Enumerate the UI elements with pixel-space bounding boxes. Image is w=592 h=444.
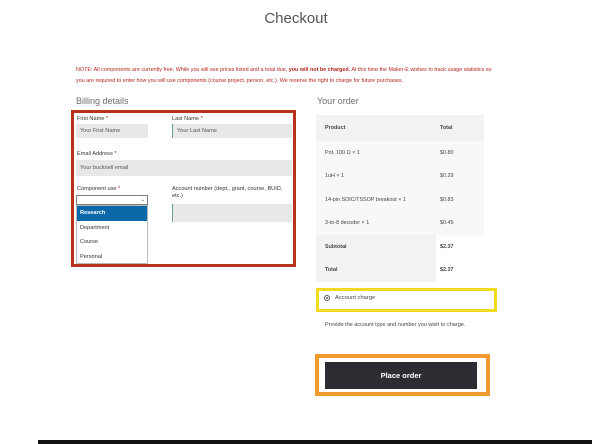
total-value: $2.37 (436, 258, 484, 282)
footer-bar (38, 440, 592, 444)
last-name-label: Last Name * (172, 116, 203, 122)
subtotal-value: $2.37 (436, 235, 484, 259)
email-input[interactable]: Your bucknell email (76, 160, 292, 176)
table-row: 3-to-8 decoder × 1 $0.45 (316, 211, 484, 235)
your-order-title: Your order (317, 96, 359, 106)
place-order-button[interactable]: Place order (325, 362, 477, 389)
option-department[interactable]: Department (77, 221, 147, 236)
table-row: 1uH × 1 $0.29 (316, 164, 484, 188)
product-name: 1uH × 1 (316, 164, 436, 188)
account-number-label: Account number (dept., grant, course, BU… (172, 186, 283, 199)
component-use-dropdown[interactable]: Research Department Course Personal (76, 205, 148, 264)
product-total: $0.80 (436, 141, 484, 165)
total-label: Total (316, 258, 436, 282)
col-product: Product (325, 125, 346, 131)
subtotal-label: Subtotal (316, 235, 436, 259)
option-research[interactable]: Research (77, 206, 147, 221)
email-label: Email Address * (77, 151, 117, 157)
product-name: Pot, 100 Ω × 1 (316, 141, 436, 165)
option-course[interactable]: Course (77, 235, 147, 250)
account-number-input[interactable] (172, 204, 292, 222)
order-table: Product Total Pot, 100 Ω × 1 $0.80 1uH ×… (316, 115, 484, 282)
col-total: Total (440, 125, 453, 131)
component-use-label: Component use * (77, 186, 121, 192)
first-name-input[interactable]: Your First Name (76, 124, 148, 138)
table-row: 14-pin SOIC/TSSOP breakout × 1 $0.83 (316, 188, 484, 212)
billing-details-title: Billing details (76, 96, 129, 106)
table-row: Pot, 100 Ω × 1 $0.80 (316, 141, 484, 165)
product-name: 14-pin SOIC/TSSOP breakout × 1 (316, 188, 436, 212)
notice-part-1: NOTE: All components are currently free.… (76, 67, 289, 73)
product-total: $0.83 (436, 188, 484, 212)
page-title: Checkout (264, 10, 328, 27)
chevron-down-icon: ⌄ (140, 197, 145, 203)
component-use-select[interactable]: ⌄ (76, 195, 148, 205)
notice-bold: you will not be charged. (288, 67, 351, 73)
product-total: $0.45 (436, 211, 484, 235)
account-charge-radio[interactable] (324, 295, 330, 301)
total-row: Total $2.37 (316, 258, 484, 282)
notice-text: NOTE: All components are currently free.… (76, 65, 496, 87)
subtotal-row: Subtotal $2.37 (316, 235, 484, 259)
payment-description: Provide the account type and number you … (325, 322, 466, 328)
product-name: 3-to-8 decoder × 1 (316, 211, 436, 235)
order-table-header: Product Total (316, 115, 484, 141)
product-total: $0.29 (436, 164, 484, 188)
account-charge-label[interactable]: Account charge (335, 295, 375, 301)
first-name-label: First Name * (77, 116, 109, 122)
option-personal[interactable]: Personal (77, 250, 147, 265)
last-name-input[interactable]: Your Last Name (172, 124, 292, 138)
